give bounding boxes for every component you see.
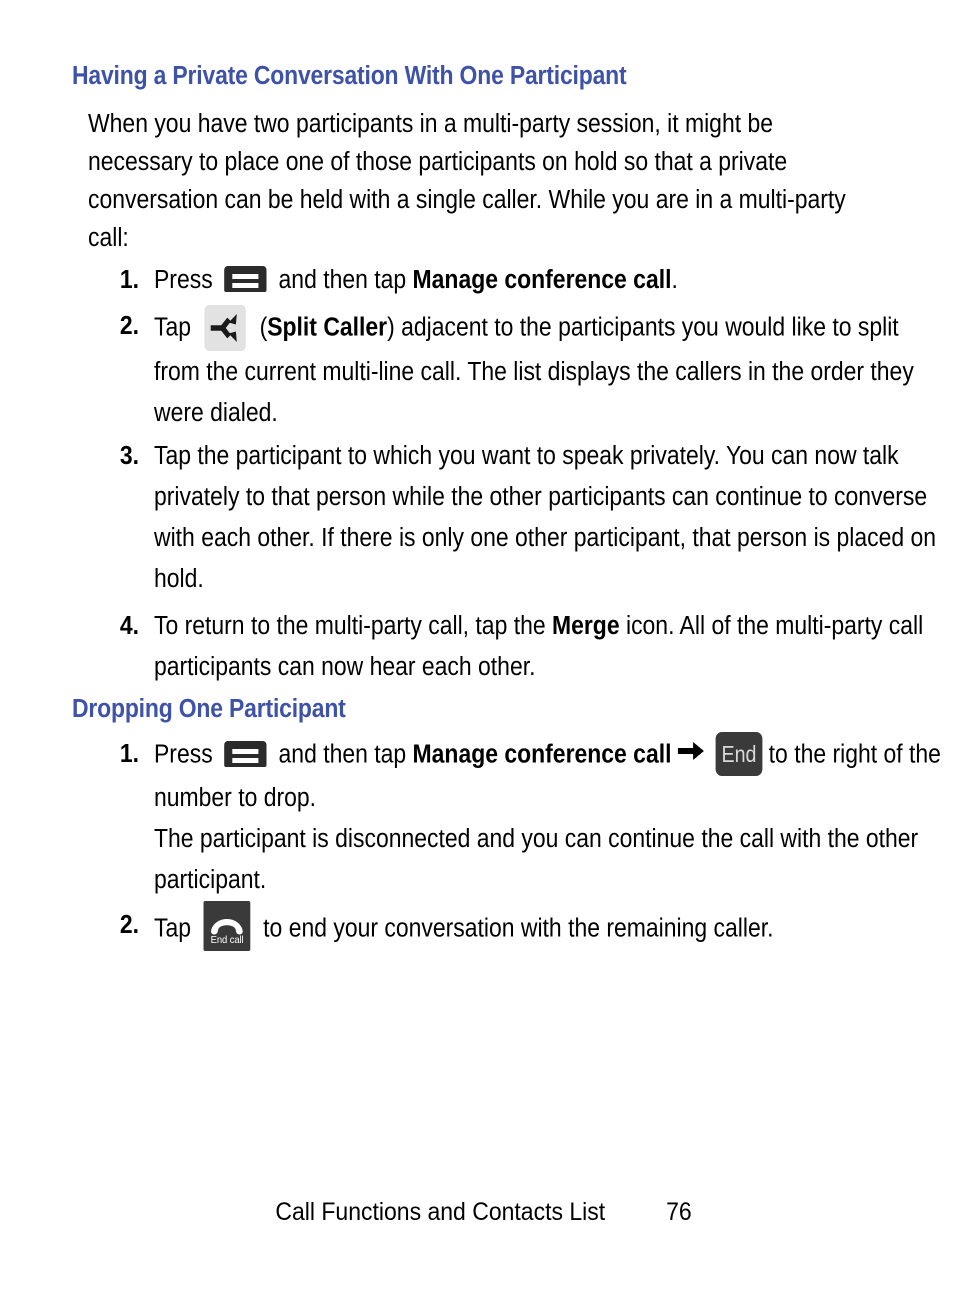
end-key-button: End	[715, 732, 763, 776]
bold-term-merge: Merge	[551, 612, 620, 640]
list-item-text: Tap (Split Caller) adjacent to the parti…	[154, 305, 946, 434]
footer-page-number: 76	[666, 1198, 693, 1226]
menu-key-frame	[224, 266, 267, 293]
section-heading-dropping-one-participant: Dropping One Participant	[72, 695, 346, 723]
menu-key-bar-top	[232, 274, 259, 280]
intro-paragraph: When you have two participants in a mult…	[88, 110, 846, 252]
document-page: Having a Private Conversation With One P…	[0, 0, 954, 1295]
list-item-text: Tap End call to end your conversation wi…	[154, 901, 946, 955]
end-call-icon: End call	[203, 901, 251, 951]
end-key-label: End	[721, 741, 757, 767]
split-caller-icon	[204, 305, 246, 351]
list-number: 2.	[119, 911, 139, 939]
step-text-tail: to end your conversation with the remain…	[263, 914, 774, 943]
paren-open: (	[259, 313, 268, 342]
list-item-text: To return to the multi-party call, tap t…	[154, 606, 946, 688]
menu-key-bar-top	[232, 749, 259, 754]
bold-term-manage-conference-call: Manage conference call	[412, 740, 672, 769]
end-call-caption: End call	[210, 934, 244, 946]
step-text-lead: Tap	[154, 914, 192, 943]
step-text-lead: Tap	[154, 313, 192, 342]
right-arrow-icon	[677, 734, 705, 775]
list-item: 3. Tap the participant to which you want…	[105, 436, 945, 600]
list-item: 1. Press and then tap Manage conference …	[105, 732, 946, 901]
section-heading-private-conversation: Having a Private Conversation With One P…	[72, 62, 627, 90]
step-text-mid: and then tap	[278, 740, 413, 769]
bold-term-split-caller: Split Caller	[267, 313, 388, 342]
step-text-tail: .	[671, 266, 678, 294]
list-item-text: Tap the participant to which you want to…	[154, 442, 937, 593]
list-item-text: Press and then tap Manage conference cal…	[154, 260, 946, 301]
list-item: 1. Press and then tap Manage conference …	[105, 260, 945, 301]
list-item: 4. To return to the multi-party call, ta…	[105, 606, 945, 688]
list-number: 3.	[119, 442, 139, 470]
step-text-lead: To return to the multi-party call, tap t…	[154, 612, 552, 640]
menu-key-frame	[224, 741, 267, 767]
menu-key-bar-bottom	[232, 283, 259, 289]
list-item: 2. Tap (Split Caller) adjacent to the pa…	[105, 305, 946, 434]
list-item-text: Press and then tap Manage conference cal…	[154, 732, 946, 901]
page-footer: Call Functions and Contacts List 76	[0, 1198, 954, 1227]
list-number: 1.	[119, 266, 139, 294]
menu-key-bar-bottom	[232, 758, 259, 763]
list-number: 2.	[119, 312, 139, 340]
step-followup-text: The participant is disconnected and you …	[154, 825, 919, 894]
menu-key-icon	[224, 266, 267, 293]
list-number: 1.	[119, 740, 139, 768]
menu-key-icon	[224, 741, 267, 767]
footer-chapter-title: Call Functions and Contacts List	[275, 1198, 606, 1226]
step-text-mid: and then tap	[278, 266, 413, 294]
list-item: 2. Tap End call to end your conversation…	[105, 901, 946, 955]
step-text-lead: Press	[154, 266, 213, 294]
list-number: 4.	[119, 612, 139, 640]
bold-term-manage-conference-call: Manage conference call	[412, 266, 672, 294]
step-text-lead: Press	[154, 740, 213, 769]
